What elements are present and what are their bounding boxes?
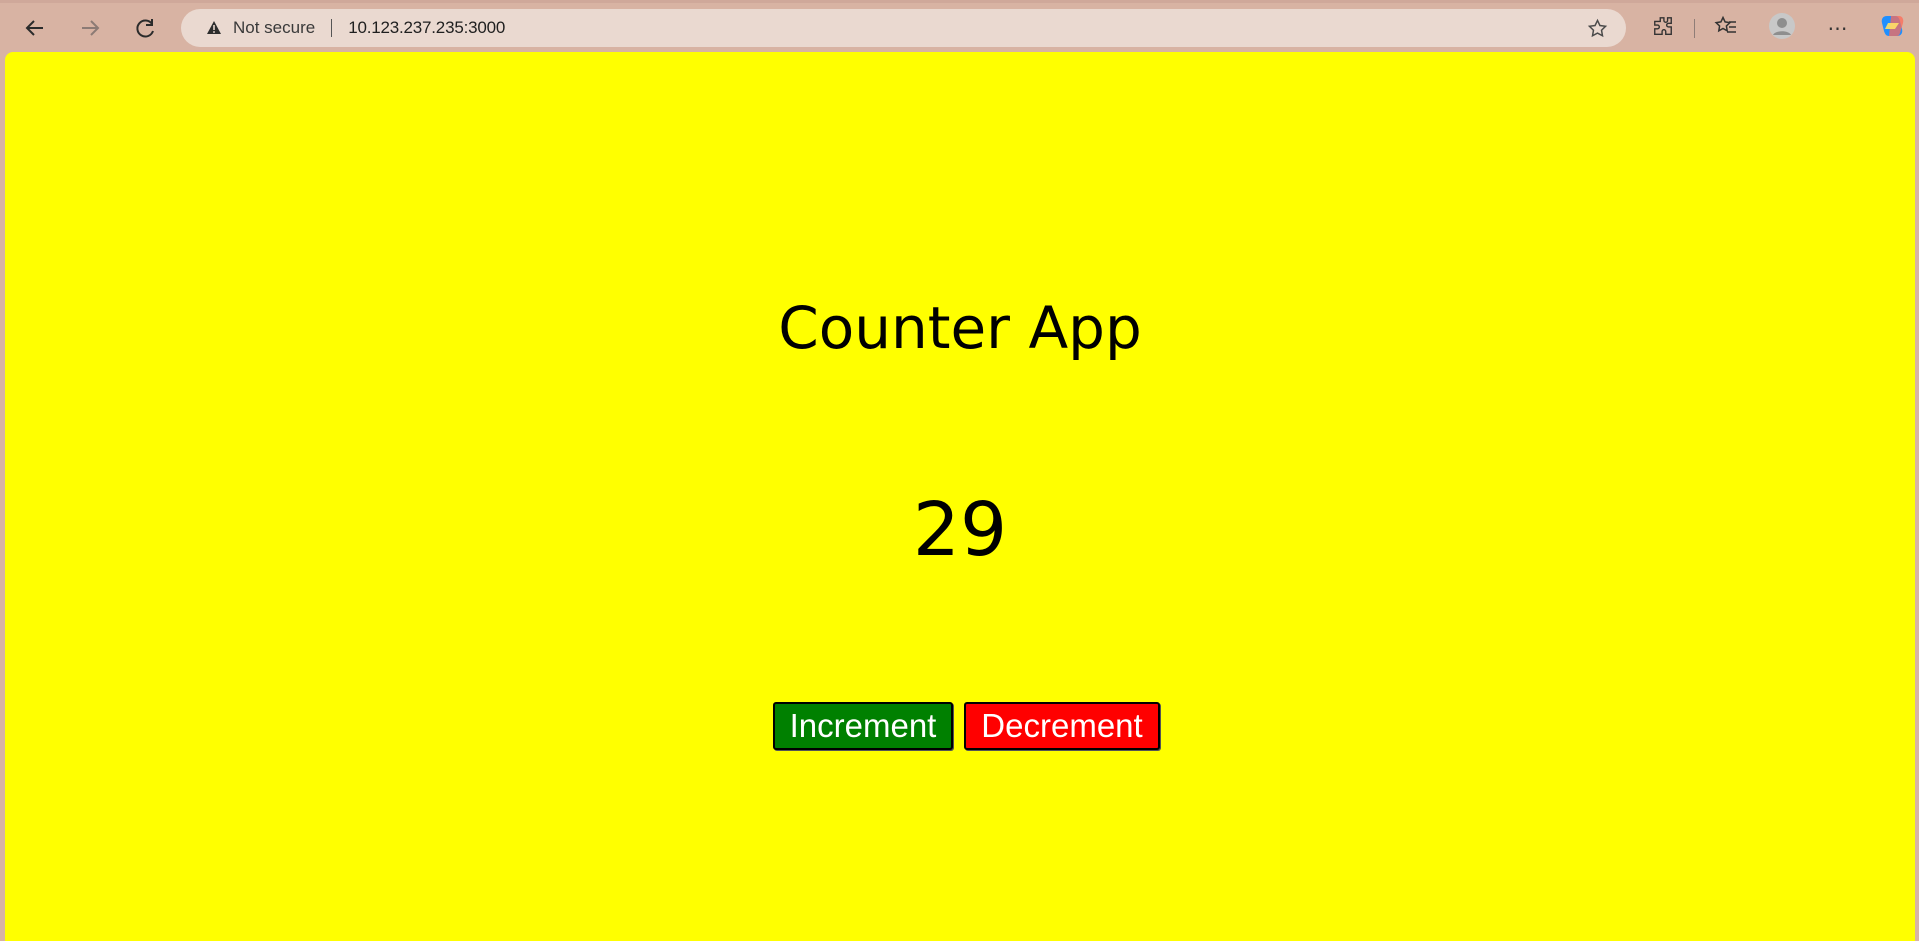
reload-icon (134, 17, 156, 39)
favorites-icon (1714, 14, 1738, 43)
profile-icon (1768, 12, 1796, 45)
browser-toolbar: Not secure 10.123.237.235:3000 ⋯ (0, 3, 1919, 52)
more-menu-icon: ⋯ (1827, 17, 1849, 40)
toolbar-divider (1694, 19, 1695, 38)
address-bar[interactable]: Not secure 10.123.237.235:3000 (181, 9, 1626, 47)
back-button[interactable] (17, 10, 53, 46)
url-text[interactable]: 10.123.237.235:3000 (348, 18, 505, 38)
more-menu-button[interactable]: ⋯ (1823, 13, 1853, 43)
counter-value: 29 (912, 487, 1008, 573)
profile-button[interactable] (1767, 12, 1797, 45)
web-page-viewport: Counter App 29 Increment Decrement (5, 52, 1915, 941)
warning-icon[interactable] (205, 19, 223, 37)
increment-button[interactable]: Increment (773, 702, 953, 750)
back-arrow-icon (24, 17, 46, 39)
reload-button[interactable] (127, 10, 163, 46)
forward-button[interactable] (72, 10, 108, 46)
copilot-button[interactable] (1878, 13, 1908, 43)
security-status-label[interactable]: Not secure (233, 18, 315, 38)
favorites-button[interactable] (1711, 13, 1741, 43)
browser-window: Not secure 10.123.237.235:3000 ⋯ Counter… (0, 0, 1919, 941)
page-title: Counter App (778, 294, 1142, 362)
extensions-icon (1652, 15, 1674, 42)
extensions-button[interactable] (1648, 13, 1678, 43)
decrement-button[interactable]: Decrement (964, 702, 1160, 750)
counter-button-row: Increment Decrement (5, 702, 1915, 752)
star-icon[interactable] (1586, 17, 1608, 39)
copilot-icon (1879, 12, 1907, 45)
address-separator (331, 19, 333, 37)
forward-arrow-icon (79, 17, 101, 39)
